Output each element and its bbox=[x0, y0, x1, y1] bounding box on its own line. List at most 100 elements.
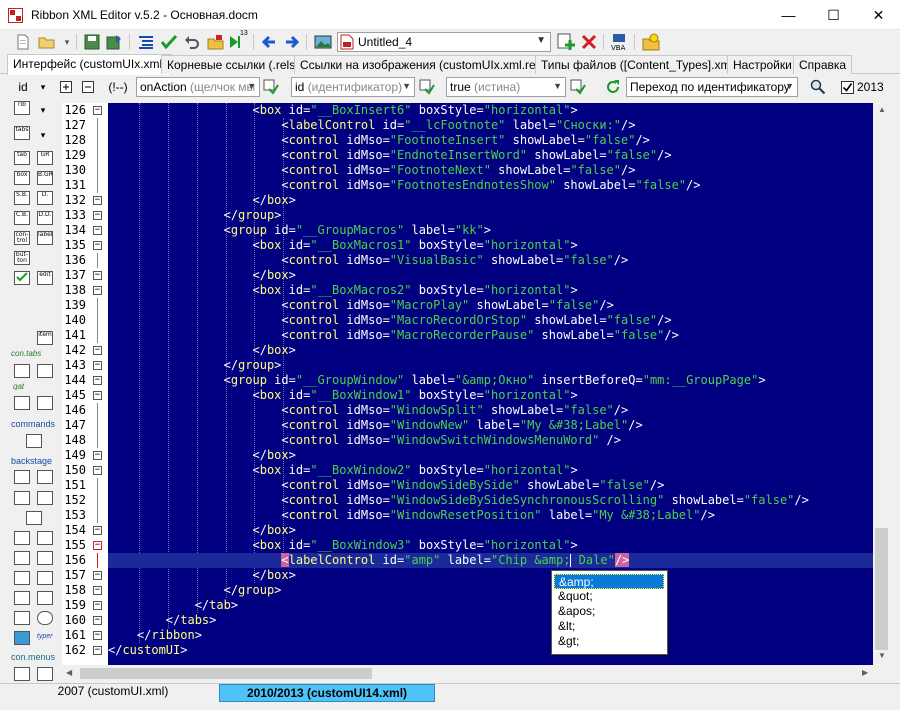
code-line[interactable]: <box id="__BoxWindow1" boxStyle="horizon… bbox=[108, 388, 873, 403]
format-button[interactable] bbox=[136, 32, 156, 52]
palette-control[interactable]: con-trol bbox=[14, 231, 30, 245]
fold-toggle-icon[interactable]: − bbox=[93, 631, 102, 640]
code-line[interactable]: <box id="__BoxWindow3" boxStyle="horizon… bbox=[108, 538, 873, 553]
palette-backstage-n[interactable] bbox=[14, 611, 30, 625]
palette-tabs[interactable]: tabs bbox=[14, 126, 30, 140]
code-line[interactable]: </group> bbox=[108, 358, 873, 373]
code-line[interactable]: </tabs> bbox=[108, 613, 873, 628]
code-line[interactable]: <control idMso="WindowSwitchWindowsMenuW… bbox=[108, 433, 873, 448]
palette-split-button[interactable]: S.B. bbox=[14, 191, 30, 205]
comment-button[interactable]: (!--) bbox=[105, 78, 131, 96]
close-button[interactable]: ✕ bbox=[856, 0, 900, 30]
palette-radio[interactable] bbox=[37, 611, 53, 625]
autocomplete-item[interactable]: &lt; bbox=[554, 619, 664, 634]
palette-tab-b[interactable] bbox=[37, 364, 53, 378]
version-checkbox[interactable] bbox=[838, 78, 856, 96]
code-line[interactable]: </box> bbox=[108, 523, 873, 538]
palette-button-group[interactable]: B.GR bbox=[37, 171, 53, 185]
fold-toggle-icon[interactable]: − bbox=[93, 466, 102, 475]
palette-ribbon[interactable]: rib bbox=[14, 101, 30, 115]
palette-command-b[interactable] bbox=[37, 396, 53, 410]
code-line[interactable]: <group id="__GroupMacros" label="kk"> bbox=[108, 223, 873, 238]
palette-conmenu-a[interactable] bbox=[14, 667, 30, 681]
tab-2007[interactable]: 2007 (customUI.xml) bbox=[8, 684, 218, 700]
run-button[interactable]: 13 bbox=[228, 30, 248, 52]
palette-check[interactable] bbox=[14, 271, 30, 285]
fold-toggle-icon[interactable]: − bbox=[93, 601, 102, 610]
autocomplete-item[interactable]: &apos; bbox=[554, 604, 664, 619]
palette-backstage-a[interactable] bbox=[14, 470, 30, 484]
palette-backstage-k[interactable] bbox=[37, 571, 53, 585]
scroll-right-icon[interactable]: ▶ bbox=[862, 668, 868, 677]
palette-dropdown[interactable]: D.D. bbox=[37, 211, 53, 225]
scroll-left-icon[interactable]: ◀ bbox=[66, 668, 72, 677]
palette-backstage-d[interactable] bbox=[37, 491, 53, 505]
fold-toggle-icon[interactable]: − bbox=[93, 211, 102, 220]
settings-button[interactable] bbox=[641, 32, 661, 52]
fold-toggle-icon[interactable]: − bbox=[93, 241, 102, 250]
code-line[interactable]: <control idMso="MacroRecordOrStop" showL… bbox=[108, 313, 873, 328]
vba-button[interactable]: VBA bbox=[609, 32, 629, 52]
code-line[interactable]: <control idMso="FootnotesEndnotesShow" s… bbox=[108, 178, 873, 193]
palette-conmenu-b[interactable] bbox=[37, 667, 53, 681]
bool-apply-button[interactable] bbox=[569, 78, 587, 96]
refresh-button[interactable] bbox=[604, 78, 622, 96]
delete-document-button[interactable] bbox=[579, 32, 599, 52]
code-line[interactable]: <control idMso="WindowResetPosition" lab… bbox=[108, 508, 873, 523]
vertical-scroll-thumb[interactable] bbox=[875, 528, 888, 650]
search-button[interactable] bbox=[809, 78, 827, 96]
code-line[interactable]: </ribbon> bbox=[108, 628, 873, 643]
fold-toggle-icon[interactable]: − bbox=[93, 271, 102, 280]
code-line[interactable]: <group id="__GroupWindow" label="&amp;Ок… bbox=[108, 373, 873, 388]
id-apply-button[interactable] bbox=[418, 78, 436, 96]
chevron-down-icon[interactable]: ▾ bbox=[34, 101, 52, 119]
save-as-button[interactable] bbox=[104, 32, 124, 52]
id-dropdown[interactable]: ▾ bbox=[34, 78, 52, 96]
document-select[interactable]: Untitled_4 ▼ bbox=[337, 32, 551, 52]
palette-command-a[interactable] bbox=[14, 396, 30, 410]
tab-settings[interactable]: Настройки bbox=[727, 55, 798, 74]
maximize-button[interactable]: ☐ bbox=[811, 0, 856, 30]
code-line[interactable]: <control idMso="MacroPlay" showLabel="fa… bbox=[108, 298, 873, 313]
tab-2010-2013[interactable]: 2010/2013 (customUI14.xml) bbox=[219, 684, 435, 702]
code-line[interactable]: <control idMso="WindowNew" label="My &#3… bbox=[108, 418, 873, 433]
code-line[interactable]: </customUI> bbox=[108, 643, 873, 658]
code-line[interactable]: <control idMso="FootnoteInsert" showLabe… bbox=[108, 133, 873, 148]
code-line[interactable]: <control idMso="WindowSideBySide" showLa… bbox=[108, 478, 873, 493]
forward-button[interactable] bbox=[282, 32, 302, 52]
palette-button[interactable]: but-ton bbox=[14, 251, 30, 265]
picture-button[interactable] bbox=[313, 32, 333, 52]
tab-root-rels[interactable]: Корневые ссылки (.rels) bbox=[161, 55, 306, 74]
bool-field[interactable]: true (истина) ▼ bbox=[446, 77, 566, 97]
expand-button[interactable] bbox=[57, 78, 75, 96]
fold-toggle-icon[interactable]: − bbox=[93, 106, 102, 115]
back-button[interactable] bbox=[259, 32, 279, 52]
autocomplete-item[interactable]: &amp; bbox=[554, 574, 664, 589]
code-line[interactable]: </box> bbox=[108, 568, 873, 583]
code-line[interactable]: <control idMso="WindowSideBySideSynchron… bbox=[108, 493, 873, 508]
code-line[interactable]: <box id="__BoxInsert6" boxStyle="horizon… bbox=[108, 103, 873, 118]
code-line[interactable]: </box> bbox=[108, 268, 873, 283]
code-line[interactable]: <control idMso="EndnoteInsertWord" showL… bbox=[108, 148, 873, 163]
validate-button[interactable] bbox=[159, 32, 179, 52]
id-field[interactable]: id (идентификатор) ▼ bbox=[291, 77, 415, 97]
code-line[interactable]: </tab> bbox=[108, 598, 873, 613]
palette-backstage-b[interactable] bbox=[37, 470, 53, 484]
palette-backstage-f[interactable] bbox=[14, 531, 30, 545]
save-button[interactable] bbox=[82, 32, 102, 52]
fold-toggle-icon[interactable]: − bbox=[93, 526, 102, 535]
horizontal-scroll-thumb[interactable] bbox=[80, 668, 372, 679]
code-line[interactable]: <box id="__BoxMacros1" boxStyle="horizon… bbox=[108, 238, 873, 253]
palette-backstage-i[interactable] bbox=[37, 551, 53, 565]
palette-backstage-h[interactable] bbox=[14, 551, 30, 565]
scroll-up-icon[interactable]: ▲ bbox=[878, 105, 886, 114]
fold-toggle-icon[interactable]: − bbox=[93, 541, 102, 550]
id-button[interactable]: id bbox=[14, 78, 32, 96]
tab-image-rels[interactable]: Ссылки на изображения (customUIx.xml.rel… bbox=[294, 55, 555, 74]
chevron-down-icon[interactable]: ▾ bbox=[34, 126, 52, 144]
fold-toggle-icon[interactable]: − bbox=[93, 346, 102, 355]
autocomplete-item[interactable]: &quot; bbox=[554, 589, 664, 604]
fold-toggle-icon[interactable]: − bbox=[93, 226, 102, 235]
onaction-apply-button[interactable] bbox=[262, 78, 280, 96]
palette-backstage-l[interactable] bbox=[14, 591, 30, 605]
